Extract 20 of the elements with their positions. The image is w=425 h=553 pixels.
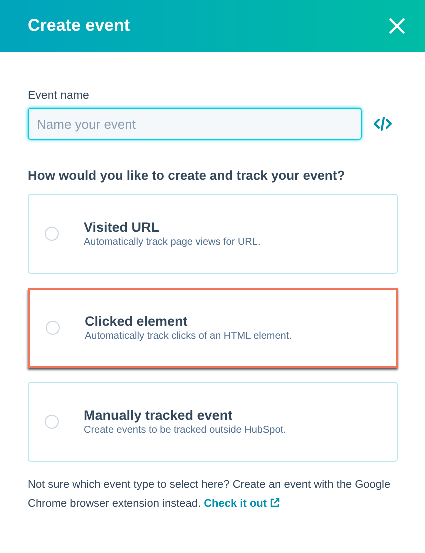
option-card[interactable]: Clicked element Automatically track clicks of an HTML element. xyxy=(28,288,398,368)
option-description: Automatically track page views for URL. xyxy=(84,237,261,248)
radio-button[interactable] xyxy=(46,321,60,335)
window-title: Create event xyxy=(28,16,130,36)
question: How would you like to create and track your event? xyxy=(28,168,346,183)
code-icon[interactable] xyxy=(374,117,392,131)
event-name-field[interactable]: Name your event xyxy=(28,108,362,140)
option-title: Visited URL xyxy=(84,220,161,235)
option-title: Manually tracked event xyxy=(84,408,234,423)
radio-button[interactable] xyxy=(45,415,59,429)
option-card[interactable]: Manually tracked event Create events to be tracked outside HubSpot. xyxy=(28,382,398,462)
external-link-icon xyxy=(270,498,280,508)
option-description: Automatically track clicks of an HTML element. xyxy=(85,331,292,342)
help-text: Not sure which event type to select here? Create an event with the Google Chrome browser extension instead. Check it out xyxy=(28,478,392,512)
field-label: Event name xyxy=(28,90,90,102)
option-title: Clicked element xyxy=(85,314,189,329)
radio-button[interactable] xyxy=(45,227,59,241)
check-it-out-link[interactable]: Check it out xyxy=(204,498,268,510)
option-description: Create events to be tracked outside HubSpot. xyxy=(84,425,286,436)
option-card[interactable]: Visited URL Automatically track page views for URL. xyxy=(28,194,398,274)
